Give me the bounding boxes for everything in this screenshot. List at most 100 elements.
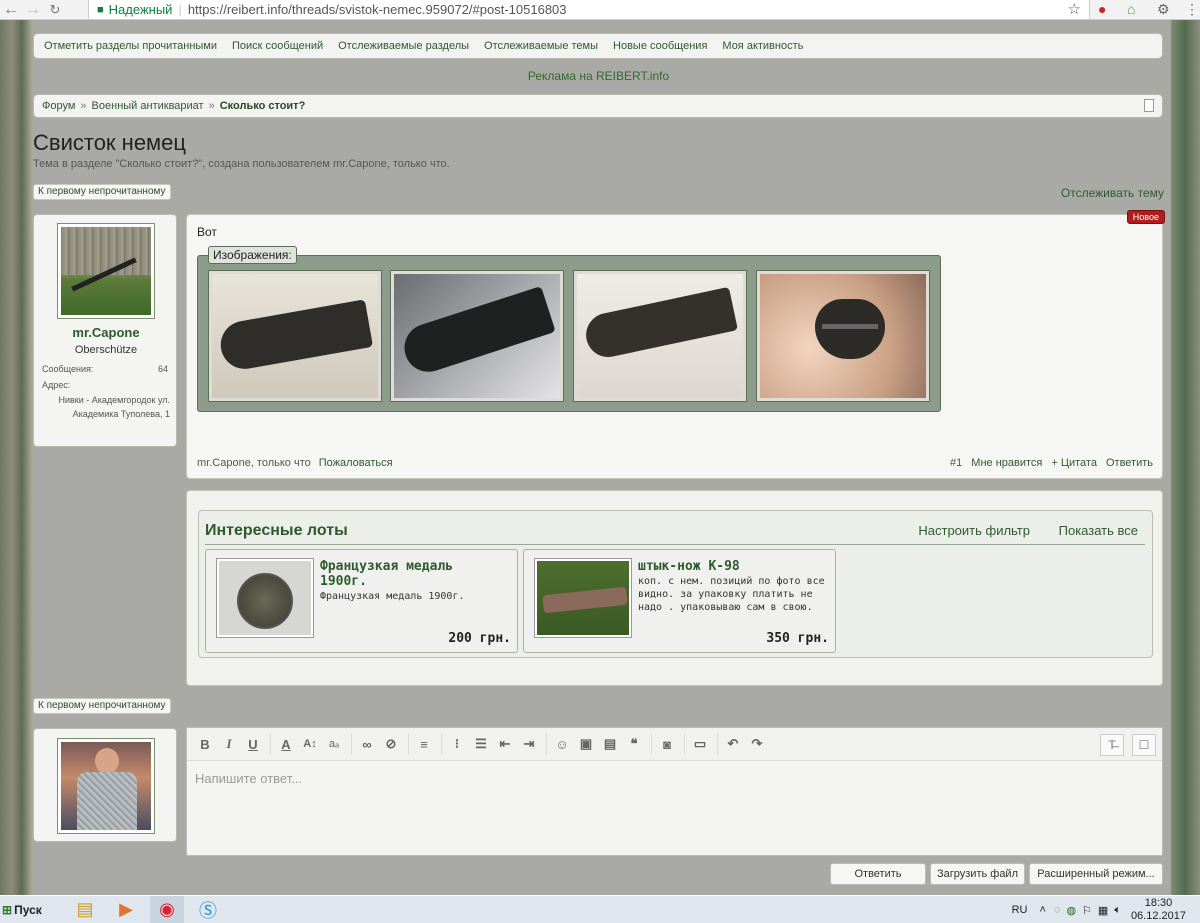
like-link[interactable]: Мне нравится (971, 457, 1042, 469)
numbered-list-icon[interactable]: ☰ (471, 734, 491, 754)
network-icon[interactable]: ▦ (1098, 904, 1108, 917)
browser-toolbar: ← → ↻ ■ Надежный | https://reibert.info/… (0, 0, 1200, 20)
post-number[interactable]: #1 (950, 457, 962, 469)
page-title: Свисток немец (33, 130, 187, 155)
attachment-thumb-2[interactable] (390, 270, 564, 402)
explorer-icon[interactable]: ▤ (68, 896, 102, 923)
home-icon[interactable]: ⌂ (1127, 1, 1135, 17)
tray-expand-icon[interactable]: ˄ (1039, 904, 1045, 916)
quicklink-new-posts[interactable]: Новые сообщения (613, 40, 707, 52)
rss-icon[interactable] (1144, 99, 1154, 112)
camera-icon[interactable]: ◙ (657, 734, 677, 754)
tray-app-icon[interactable]: ◍ (1066, 904, 1076, 917)
quicklink-search[interactable]: Поиск сообщений (232, 40, 323, 52)
report-link[interactable]: Пожаловаться (319, 457, 393, 469)
address-bar[interactable]: ■ Надежный | https://reibert.info/thread… (88, 0, 1090, 20)
image-icon[interactable]: ▣ (576, 734, 596, 754)
flag-icon[interactable]: ⚐ (1082, 904, 1092, 917)
clock-date: 06.12.2017 (1130, 910, 1186, 922)
quote-link[interactable]: + Цитата (1051, 457, 1097, 469)
follow-thread-link[interactable]: Отслеживать тему (1061, 186, 1164, 200)
author-avatar[interactable] (57, 223, 155, 319)
undo-icon[interactable]: ↶ (723, 734, 743, 754)
jump-unread-button-bottom[interactable]: К первому непрочитанному (33, 698, 171, 714)
show-all-link[interactable]: Показать все (1059, 523, 1138, 538)
link-icon[interactable]: ∞ (357, 734, 377, 754)
skype-icon[interactable]: Ⓢ (191, 896, 225, 923)
extension-icon[interactable]: ● (1098, 1, 1106, 17)
reply-link[interactable]: Ответить (1106, 457, 1153, 469)
font-color-icon[interactable]: A (276, 734, 296, 754)
font-family-icon[interactable]: aₐ (324, 734, 344, 754)
reply-user-card (33, 728, 177, 842)
redo-icon[interactable]: ↷ (747, 734, 767, 754)
font-size-icon[interactable]: A↕ (300, 734, 320, 754)
back-icon[interactable]: ← (0, 1, 22, 19)
jump-unread-button[interactable]: К первому непрочитанному (33, 184, 171, 200)
editor-toolbar: B I U A A↕ aₐ ∞ ⊘ ≡ ⁝ ☰ ⇤ ⇥ ☺ ▣ ▤ ❝ ◙ ▭ (187, 728, 1162, 761)
quicklink-watched-threads[interactable]: Отслеживаемые темы (484, 40, 598, 52)
start-button[interactable]: ⊞ Пуск (2, 898, 54, 922)
ad-link[interactable]: Реклама на REIBERT.info (33, 69, 1164, 83)
underline-icon[interactable]: U (243, 734, 263, 754)
lot-card[interactable]: штык-нож К-98 коп. с нем. позиций по фот… (523, 549, 836, 653)
media-icon[interactable]: ▤ (600, 734, 620, 754)
lot-image[interactable] (534, 558, 632, 638)
breadcrumb-current[interactable]: Сколько стоит? (220, 100, 306, 112)
lot-card[interactable]: Французкая медаль 1900г. Французкая меда… (205, 549, 518, 653)
toggle-bbcode-icon[interactable]: ☐ (1132, 734, 1156, 756)
advanced-mode-button[interactable]: Расширенный режим... (1029, 863, 1163, 885)
secure-label: Надежный (108, 2, 173, 17)
bullet-list-icon[interactable]: ⁝ (447, 734, 467, 754)
volume-icon[interactable]: 🔈︎ (1114, 904, 1121, 917)
tray-app-icon[interactable]: ◌ (1054, 904, 1061, 916)
post-author-time[interactable]: mr.Capone, только что (197, 457, 311, 469)
windows-icon: ⊞ (2, 902, 13, 917)
toolbar-separator (684, 734, 685, 754)
indent-icon[interactable]: ⇥ (519, 734, 539, 754)
bookmark-star-icon[interactable]: ☆ (1068, 0, 1081, 18)
remove-format-icon[interactable]: T̶ (1100, 734, 1124, 756)
breadcrumb-separator: » (208, 100, 215, 112)
breadcrumb-forum[interactable]: Форум (42, 100, 75, 112)
current-user-avatar[interactable] (57, 738, 155, 834)
lot-name[interactable]: Французкая медаль 1900г. (320, 559, 500, 589)
lot-name[interactable]: штык-нож К-98 (638, 559, 740, 574)
lot-image[interactable] (216, 558, 314, 638)
save-draft-icon[interactable]: ▭ (690, 734, 710, 754)
chrome-icon[interactable]: ◉ (150, 895, 184, 923)
bold-icon[interactable]: B (195, 734, 215, 754)
reload-icon[interactable]: ↻ (44, 2, 66, 18)
forward-icon[interactable]: → (22, 1, 44, 19)
outdent-icon[interactable]: ⇤ (495, 734, 515, 754)
unlink-icon[interactable]: ⊘ (381, 734, 401, 754)
attachment-thumb-3[interactable] (573, 270, 747, 402)
reply-placeholder[interactable]: Напишите ответ... (195, 771, 302, 786)
lots-block: Интересные лоты Настроить фильтр Показат… (186, 490, 1163, 686)
smilie-icon[interactable]: ☺ (552, 734, 572, 754)
lot-description: коп. с нем. позиций по фото все видно. з… (638, 576, 825, 613)
breadcrumb-military-antiques[interactable]: Военный антиквариат (92, 100, 204, 112)
author-name[interactable]: mr.Capone (34, 325, 178, 340)
settings-icon[interactable]: ⚙ (1157, 1, 1170, 18)
attachment-thumb-1[interactable] (208, 270, 382, 402)
clock[interactable]: 18:30 06.12.2017 (1131, 897, 1186, 923)
quicklink-my-activity[interactable]: Моя активность (722, 40, 803, 52)
submit-reply-button[interactable]: Ответить (830, 863, 926, 885)
quicklink-mark-read[interactable]: Отметить разделы прочитанными (44, 40, 217, 52)
align-icon[interactable]: ≡ (414, 734, 434, 754)
lots-panel: Интересные лоты Настроить фильтр Показат… (198, 510, 1153, 658)
lot-description: Французкая медаль 1900г. (320, 591, 465, 602)
menu-icon[interactable]: ⋮ (1185, 1, 1199, 18)
quote-icon[interactable]: ❝ (624, 734, 644, 754)
quicklink-watched-forums[interactable]: Отслеживаемые разделы (338, 40, 469, 52)
configure-filter-link[interactable]: Настроить фильтр (918, 523, 1030, 538)
media-player-icon[interactable]: ▶ (109, 896, 143, 923)
lock-icon: ■ (97, 3, 104, 16)
language-indicator[interactable]: RU (1012, 904, 1028, 916)
toolbar-separator (546, 734, 547, 754)
upload-file-button[interactable]: Загрузить файл (930, 863, 1025, 885)
author-card: mr.Capone Oberschütze Сообщения: 64 Адре… (33, 214, 177, 447)
attachment-thumb-4[interactable] (756, 270, 930, 402)
italic-icon[interactable]: I (219, 734, 239, 754)
